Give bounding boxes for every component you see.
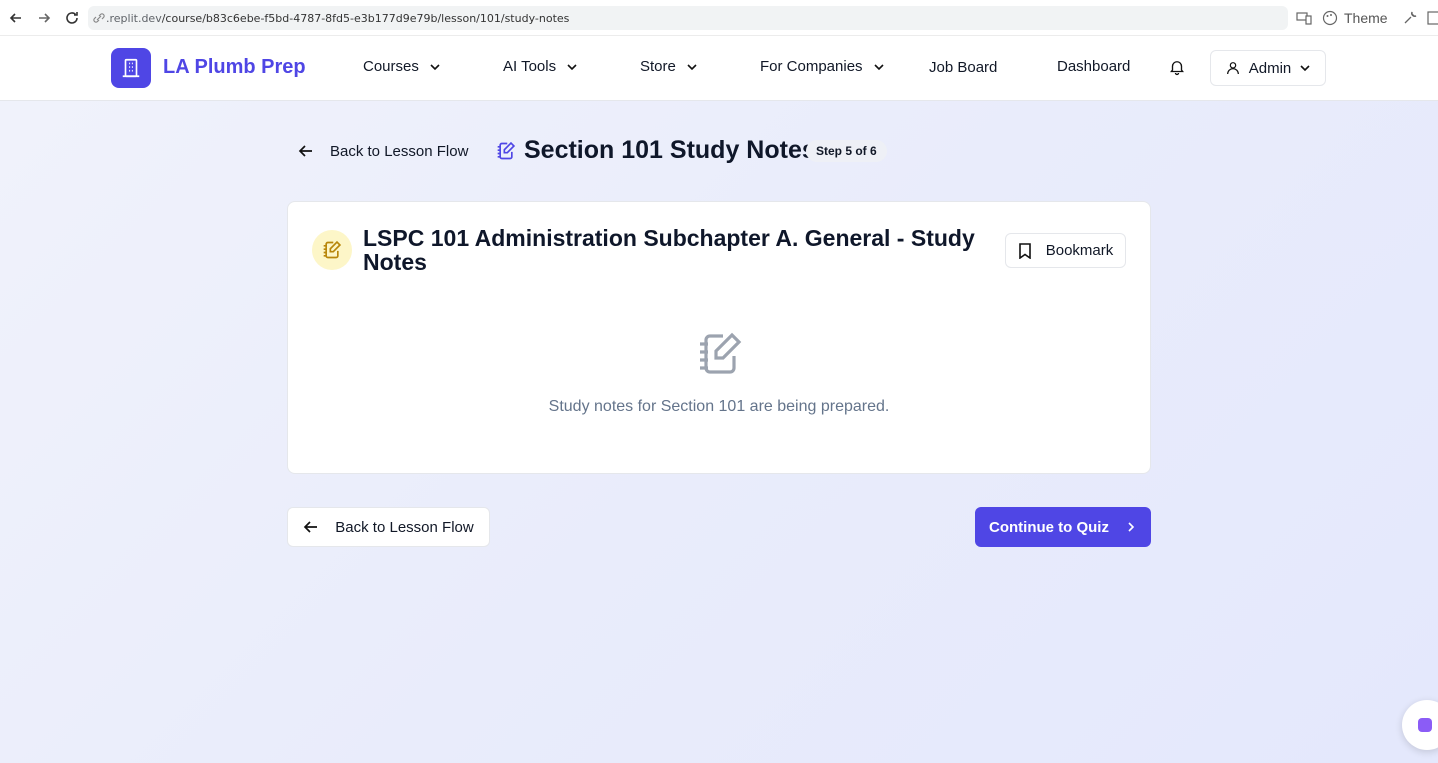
user-menu-label: Admin	[1248, 59, 1292, 77]
chevron-down-icon	[1300, 65, 1310, 72]
nav-for-companies-label: For Companies	[760, 58, 863, 75]
chevron-right-icon	[1128, 522, 1135, 532]
arrow-left-icon	[298, 145, 312, 157]
nav-ai-tools[interactable]: AI Tools	[503, 58, 578, 75]
bookmark-button[interactable]: Bookmark	[1005, 233, 1126, 268]
nav-job-board-label: Job Board	[929, 59, 998, 76]
back-arrow-icon[interactable]	[6, 8, 26, 28]
empty-state-message: Study notes for Section 101 are being pr…	[548, 398, 890, 415]
nav-courses-label: Courses	[363, 58, 419, 75]
open-external-icon[interactable]	[1424, 8, 1438, 28]
bookmark-label: Bookmark	[1045, 242, 1114, 259]
wrench-icon[interactable]	[1400, 8, 1420, 28]
chevron-down-icon	[873, 63, 884, 70]
address-bar[interactable]: .replit.dev/course/b83c6ebe-f5bd-4787-8f…	[88, 6, 1288, 30]
chevron-down-icon	[567, 63, 577, 70]
link-icon	[93, 13, 105, 23]
back-to-lesson-flow-button[interactable]: Back to Lesson Flow	[287, 507, 490, 547]
devices-icon[interactable]	[1294, 8, 1314, 28]
continue-to-quiz-button[interactable]: Continue to Quiz	[975, 507, 1151, 547]
page-title: Section 101 Study Notes	[524, 136, 816, 164]
browser-toolbar: .replit.dev/course/b83c6ebe-f5bd-4787-8f…	[0, 0, 1438, 36]
user-menu-button[interactable]: Admin	[1210, 50, 1326, 86]
step-badge: Step 5 of 6	[806, 140, 887, 162]
building-icon	[122, 58, 140, 78]
nav-store-label: Store	[640, 58, 676, 75]
reload-icon[interactable]	[62, 8, 82, 28]
back-to-lesson-flow-link[interactable]: Back to Lesson Flow	[298, 140, 468, 162]
brand-logo[interactable]	[111, 48, 151, 88]
nav-job-board[interactable]: Job Board	[929, 59, 997, 76]
url-domain: .replit.dev	[106, 11, 162, 25]
user-icon	[1226, 62, 1239, 75]
notebook-pen-icon	[497, 141, 516, 159]
brand-name[interactable]: LA Plumb Prep	[163, 56, 306, 79]
bookmark-icon	[1018, 242, 1031, 259]
nav-store[interactable]: Store	[640, 58, 698, 75]
bell-icon[interactable]	[1168, 58, 1188, 78]
card-icon-circle	[312, 230, 352, 270]
nav-courses[interactable]: Courses	[363, 58, 441, 75]
notebook-pen-icon	[696, 330, 744, 378]
theme-label: Theme	[1344, 10, 1388, 26]
palette-icon	[1322, 10, 1338, 26]
forward-arrow-icon[interactable]	[34, 8, 54, 28]
assistant-icon	[1418, 718, 1432, 732]
app-header: LA Plumb Prep Courses AI Tools Store For…	[0, 36, 1438, 101]
chevron-down-icon	[430, 63, 440, 70]
arrow-left-icon	[304, 521, 318, 533]
back-button-label: Back to Lesson Flow	[335, 518, 474, 536]
page-title-group: Section 101 Study Notes	[496, 136, 816, 165]
url-path: /course/b83c6ebe-f5bd-4787-8fd5-e3b177d9…	[161, 11, 570, 25]
notebook-pen-icon	[323, 240, 342, 259]
chevron-down-icon	[687, 63, 697, 70]
study-notes-card: LSPC 101 Administration Subchapter A. Ge…	[287, 201, 1151, 474]
nav-dashboard[interactable]: Dashboard	[1057, 58, 1130, 75]
nav-dashboard-label: Dashboard	[1057, 58, 1131, 75]
card-title: LSPC 101 Administration Subchapter A. Ge…	[363, 225, 975, 275]
theme-button[interactable]: Theme	[1322, 8, 1388, 28]
nav-ai-tools-label: AI Tools	[503, 58, 557, 75]
nav-for-companies[interactable]: For Companies	[760, 58, 885, 75]
continue-button-label: Continue to Quiz	[989, 518, 1109, 536]
back-to-lesson-flow-label: Back to Lesson Flow	[330, 142, 469, 160]
